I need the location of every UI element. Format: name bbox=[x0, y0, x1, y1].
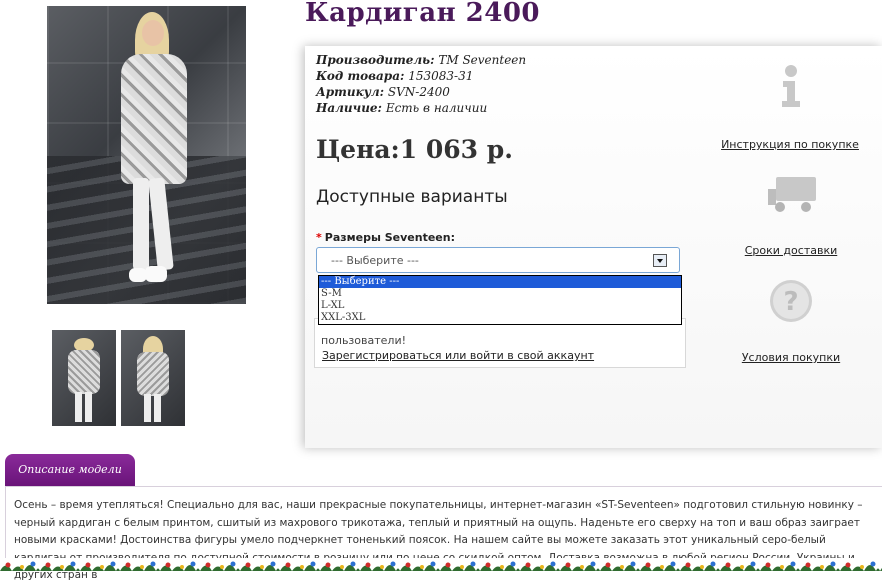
info-article: Артикул: SVN-2400 bbox=[316, 85, 450, 99]
svg-text:?: ? bbox=[783, 287, 798, 317]
variants-heading: Доступные варианты bbox=[316, 187, 508, 207]
size-select[interactable]: --- Выберите --- bbox=[316, 247, 680, 273]
login-notice: пользователи! Зарегистрироваться или вой… bbox=[314, 318, 686, 368]
delivery-link[interactable]: Сроки доставки bbox=[716, 244, 866, 257]
dropdown-option[interactable]: S-M bbox=[319, 288, 681, 300]
truck-icon[interactable] bbox=[766, 175, 818, 215]
info-availability: Наличие: Есть в наличии bbox=[316, 101, 488, 115]
chevron-down-icon[interactable] bbox=[653, 254, 667, 267]
product-main-image[interactable] bbox=[47, 6, 246, 304]
required-mark: * bbox=[316, 231, 322, 244]
product-thumbnail-front[interactable] bbox=[52, 330, 116, 426]
product-thumbnail-back[interactable] bbox=[121, 330, 185, 426]
dropdown-option[interactable]: L-XL bbox=[319, 300, 681, 312]
garland-decoration bbox=[0, 558, 882, 571]
product-price: Цена:1 063 р. bbox=[316, 135, 513, 164]
login-link[interactable]: Зарегистрироваться или войти в свой акка… bbox=[322, 349, 594, 362]
info-manufacturer: Производитель: TM Seventeen bbox=[316, 53, 527, 67]
info-product-code: Код товара: 153083-31 bbox=[316, 69, 474, 83]
tab-description[interactable]: Описание модели bbox=[5, 454, 135, 486]
info-icon[interactable] bbox=[778, 64, 804, 108]
dropdown-option[interactable]: XXL-3XL bbox=[319, 312, 681, 324]
size-select-value: --- Выберите --- bbox=[331, 254, 419, 267]
description-text: Осень – время утепляться! Специально для… bbox=[14, 499, 863, 581]
product-title: Кардиган 2400 bbox=[305, 0, 541, 28]
size-dropdown-list[interactable]: --- Выберите --- S-M L-XL XXL-3XL bbox=[318, 275, 682, 325]
question-icon[interactable]: ? bbox=[768, 278, 814, 324]
notice-text: пользователи! bbox=[321, 334, 407, 347]
size-label: * Размеры Seventeen: bbox=[316, 231, 455, 244]
dropdown-option[interactable]: --- Выберите --- bbox=[319, 276, 681, 288]
instructions-link[interactable]: Инструкция по покупке bbox=[715, 138, 865, 151]
terms-link[interactable]: Условия покупки bbox=[716, 351, 866, 364]
